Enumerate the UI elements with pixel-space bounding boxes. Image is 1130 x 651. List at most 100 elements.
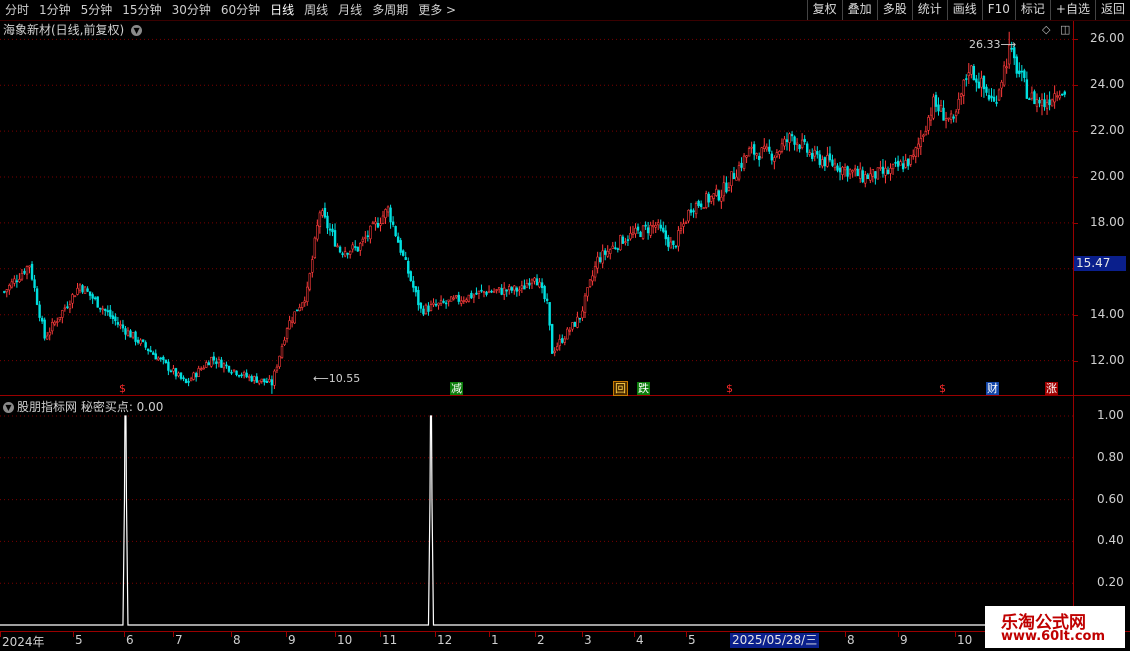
candle-body xyxy=(396,236,400,243)
candle-body xyxy=(578,317,582,320)
candle-body xyxy=(379,223,382,226)
period-tab[interactable]: 月线 xyxy=(333,0,367,20)
candle-body xyxy=(614,247,617,249)
candle-body xyxy=(843,167,847,171)
candle-body xyxy=(447,299,450,302)
candle-body xyxy=(407,260,410,274)
toolbar-button[interactable]: 复权 xyxy=(806,0,842,20)
candle-body xyxy=(702,207,705,209)
signal-reduce[interactable]: 减 xyxy=(450,382,463,395)
candle-body xyxy=(298,307,301,312)
period-tab[interactable]: 60分钟 xyxy=(216,0,265,20)
signal-dollar[interactable]: $ xyxy=(938,382,947,395)
candle-body xyxy=(1050,99,1054,107)
candle-body xyxy=(149,350,152,353)
candle-body xyxy=(174,368,178,377)
watermark: 乐淘公式网 www.60lt.com xyxy=(985,606,1125,648)
candle-body xyxy=(568,329,572,332)
candle-body xyxy=(795,142,799,145)
candle-body xyxy=(275,366,279,371)
candle-body xyxy=(747,148,751,157)
candle-body xyxy=(374,221,377,225)
candle-body xyxy=(419,302,423,309)
candle-body xyxy=(318,212,322,227)
candle-body xyxy=(242,371,246,376)
period-tab[interactable]: 多周期 xyxy=(367,0,413,20)
candle-body xyxy=(904,160,907,168)
candle-body xyxy=(13,278,16,284)
candle-body xyxy=(225,364,228,367)
period-tab[interactable]: 5分钟 xyxy=(76,0,118,20)
candle-body xyxy=(942,107,945,121)
candle-body xyxy=(611,245,614,249)
candle-body xyxy=(194,373,198,378)
candle-body xyxy=(477,290,481,294)
candle-body xyxy=(429,304,433,311)
candle-body xyxy=(957,98,960,110)
indicator-chart[interactable] xyxy=(0,396,1073,631)
toolbar-button[interactable]: 统计 xyxy=(911,0,947,20)
candle-body xyxy=(644,224,647,227)
candle-body xyxy=(111,315,115,319)
date-label: 5 xyxy=(75,633,83,647)
signal-drop[interactable]: 跌 xyxy=(637,382,650,395)
toolbar-button[interactable]: 叠加 xyxy=(841,0,877,20)
candle-body xyxy=(235,370,238,376)
candle-body xyxy=(38,304,41,318)
signal-dollar[interactable]: $ xyxy=(118,382,127,395)
toolbar-button[interactable]: F10 xyxy=(981,0,1015,20)
candle-body xyxy=(581,310,584,319)
candle-body xyxy=(811,152,814,159)
candle-body xyxy=(906,158,910,167)
period-tab[interactable]: 分时 xyxy=(0,0,34,20)
candle-body xyxy=(798,144,801,150)
candle-body xyxy=(232,369,236,372)
candle-body xyxy=(775,152,779,157)
candle-body xyxy=(20,273,24,280)
candle-body xyxy=(725,182,728,193)
candle-body xyxy=(3,291,6,293)
toolbar-button[interactable]: 标记 xyxy=(1014,0,1050,20)
candle-body xyxy=(157,357,160,361)
candle-body xyxy=(780,143,784,152)
candle-body xyxy=(348,250,352,255)
period-tab[interactable]: 周线 xyxy=(299,0,333,20)
period-tab[interactable]: 30分钟 xyxy=(167,0,216,20)
candle-body xyxy=(545,298,549,301)
candle-body xyxy=(99,307,102,310)
candle-body xyxy=(437,302,440,306)
toolbar-button[interactable]: +自选 xyxy=(1049,0,1095,20)
candle-body xyxy=(788,133,791,143)
period-tab[interactable]: 15分钟 xyxy=(117,0,166,20)
signal-finance[interactable]: 财 xyxy=(986,382,999,395)
date-tick xyxy=(898,632,899,637)
candle-body xyxy=(985,86,988,93)
toolbar-button[interactable]: 画线 xyxy=(946,0,982,20)
period-tab[interactable]: 1分钟 xyxy=(34,0,76,20)
candle-body xyxy=(333,230,337,247)
date-tick xyxy=(335,632,336,637)
candle-body xyxy=(601,250,604,264)
candle-body xyxy=(818,154,822,165)
candle-body xyxy=(881,166,885,174)
period-tab[interactable]: 更多 > xyxy=(413,0,461,20)
candle-body xyxy=(803,138,806,142)
candle-body xyxy=(28,265,31,268)
signal-rise[interactable]: 涨 xyxy=(1045,382,1058,395)
candle-body xyxy=(5,289,8,293)
candle-body xyxy=(399,240,402,253)
candle-body xyxy=(841,166,844,175)
toolbar-button[interactable]: 多股 xyxy=(876,0,912,20)
candlestick-chart[interactable] xyxy=(0,21,1073,395)
candle-body xyxy=(896,160,900,167)
candle-body xyxy=(351,244,354,250)
candle-body xyxy=(692,210,695,213)
signal-return[interactable]: 回 xyxy=(613,381,628,396)
candle-body xyxy=(937,104,940,112)
toolbar-button[interactable]: 返回 xyxy=(1094,0,1130,20)
period-tab[interactable]: 日线 xyxy=(265,0,299,20)
signal-dollar[interactable]: $ xyxy=(725,382,734,395)
date-axis[interactable]: 2024年 5 6 7 8 9 10 11 12 1 2 3 4 5 2025/05/28/三 8 9 10 xyxy=(0,631,1130,651)
date-label: 4 xyxy=(636,633,644,647)
candle-body xyxy=(162,356,165,361)
